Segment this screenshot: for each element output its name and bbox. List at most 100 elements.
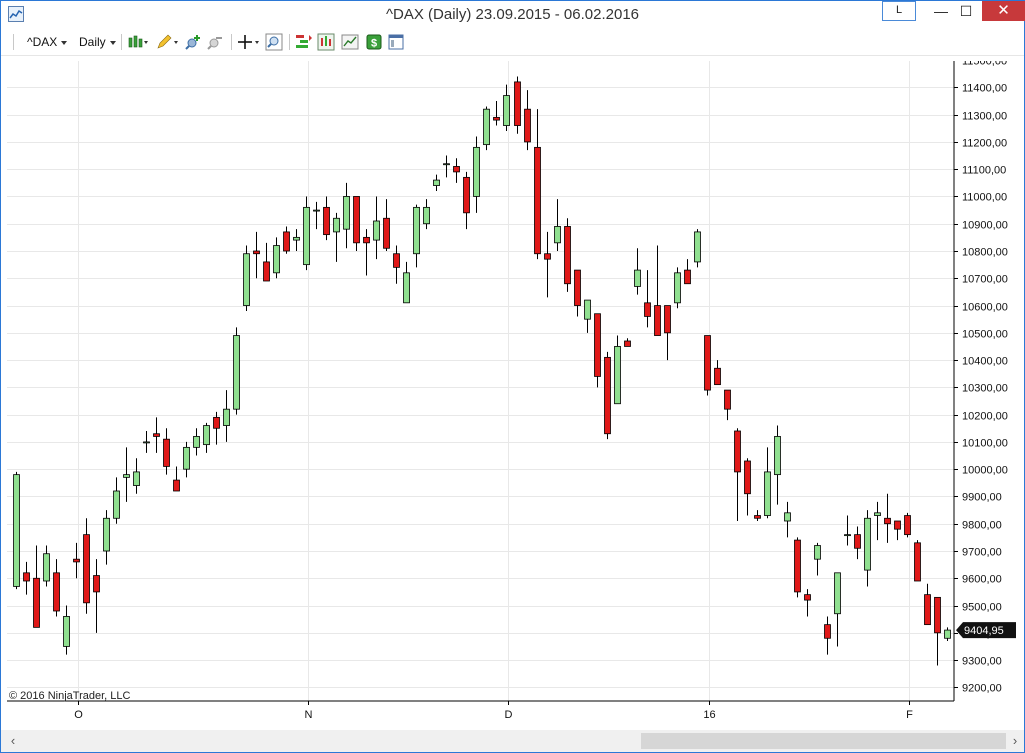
candle-body <box>133 471 140 486</box>
candle-body <box>614 346 621 405</box>
candle-body <box>574 269 581 306</box>
scroll-left-icon[interactable]: ‹ <box>7 733 19 749</box>
candle-body <box>694 231 701 263</box>
y-tick-label: 10500,00 <box>962 329 1008 341</box>
toolbar-separator <box>231 34 232 50</box>
candle-body <box>483 108 490 146</box>
chart-window: ^DAX (Daily) 23.09.2015 - 06.02.2016 L —… <box>0 0 1025 753</box>
maximize-button[interactable]: ☐ <box>951 1 981 21</box>
candle-body <box>333 217 340 233</box>
dollar-icon[interactable]: $ <box>365 33 383 51</box>
chart-style-icon[interactable] <box>127 33 149 51</box>
candle-body <box>594 313 601 377</box>
scroll-right-icon[interactable]: › <box>1009 733 1021 749</box>
candle-body <box>844 534 851 537</box>
y-tick-label: 10700,00 <box>962 274 1008 286</box>
candle-body <box>684 269 691 285</box>
candle-body <box>313 209 320 212</box>
indicators-icon[interactable] <box>317 33 335 51</box>
instrument-label: ^DAX <box>27 35 58 49</box>
candle-body <box>323 206 330 236</box>
candle-body <box>934 596 941 634</box>
candle-body <box>383 217 390 249</box>
chart-background <box>7 61 1019 728</box>
toolbar-separator <box>121 34 122 50</box>
candle-body <box>544 253 551 260</box>
candle-body <box>944 629 951 639</box>
y-tick-label: 11400,00 <box>962 83 1007 95</box>
title-bar: ^DAX (Daily) 23.09.2015 - 06.02.2016 L —… <box>1 1 1025 29</box>
close-button[interactable]: ✕ <box>982 1 1025 21</box>
x-tick-label: 16 <box>703 709 715 721</box>
y-tick-label: 9300,00 <box>962 656 1002 668</box>
horizontal-scrollbar[interactable]: ‹ › <box>1 730 1024 752</box>
link-button[interactable]: L <box>882 1 916 21</box>
scrollbar-thumb[interactable] <box>641 733 1006 749</box>
y-tick-label: 9500,00 <box>962 602 1002 614</box>
y-tick-label: 9200,00 <box>962 683 1002 695</box>
candle-body <box>794 539 801 593</box>
candle-body <box>413 206 420 255</box>
toolbar-separator <box>289 34 290 50</box>
candle-body <box>393 253 400 268</box>
candle-body <box>493 116 500 121</box>
price-chart[interactable]: 11500,00 11400,00 11300,00 11200,00 11100,00… <box>7 61 1019 728</box>
chart-toolbar: ^DAX Daily $ <box>1 29 1024 56</box>
candle-body <box>864 517 871 571</box>
candle-body <box>73 558 80 563</box>
y-tick-label: 10000,00 <box>962 465 1008 477</box>
candle-body <box>664 305 671 334</box>
candle <box>794 537 801 598</box>
candle <box>13 471 20 590</box>
candle-body <box>463 176 470 214</box>
x-tick-label: O <box>74 709 83 721</box>
candle <box>904 512 911 538</box>
y-tick-label: 10800,00 <box>962 247 1008 259</box>
candle-body <box>924 594 931 626</box>
candle-body <box>554 226 561 244</box>
properties-icon[interactable] <box>387 33 405 51</box>
candle <box>564 218 571 292</box>
candle-body <box>83 534 90 604</box>
candle-body <box>303 206 310 266</box>
candle-body <box>604 356 611 435</box>
candle-body <box>243 253 250 306</box>
candle-body <box>754 515 761 519</box>
interval-selector[interactable]: Daily <box>79 33 116 51</box>
y-tick-label: 9700,00 <box>962 547 1002 559</box>
current-price-marker: 9404,95 <box>956 622 1016 639</box>
magnifier-icon[interactable] <box>265 33 283 51</box>
candle-body <box>373 220 380 241</box>
candle-body <box>564 226 571 285</box>
x-tick-label: D <box>505 709 513 721</box>
candle <box>604 351 611 440</box>
candle-body <box>293 236 300 241</box>
candle <box>233 327 240 415</box>
strategies-icon[interactable] <box>295 33 313 51</box>
candle-body <box>804 594 811 601</box>
current-price-label: 9404,95 <box>964 625 1004 637</box>
y-tick-label: 11100,00 <box>962 165 1006 177</box>
candle-body <box>644 302 651 317</box>
zoom-out-icon[interactable] <box>207 33 225 51</box>
y-tick-label: 11500,00 <box>962 61 1007 68</box>
candle <box>514 76 521 134</box>
y-tick-label: 9800,00 <box>962 520 1002 532</box>
candle-body <box>814 545 821 560</box>
x-tick-label: N <box>305 709 313 721</box>
crosshair-icon[interactable] <box>237 33 261 51</box>
zoom-in-icon[interactable] <box>185 33 203 51</box>
y-tick-label: 11300,00 <box>962 111 1007 123</box>
candle-body <box>714 367 721 386</box>
candle-body <box>764 471 771 516</box>
interval-label: Daily <box>79 35 106 49</box>
candle-body <box>143 441 150 444</box>
instrument-selector[interactable]: ^DAX <box>27 33 68 51</box>
candle <box>694 229 701 268</box>
drawing-tools-icon[interactable] <box>155 33 179 51</box>
copyright-text: © 2016 NinjaTrader, LLC <box>9 690 130 702</box>
candle-body <box>744 460 751 495</box>
candle-body <box>784 512 791 522</box>
chart-trader-icon[interactable] <box>341 33 359 51</box>
candle-body <box>13 474 20 587</box>
